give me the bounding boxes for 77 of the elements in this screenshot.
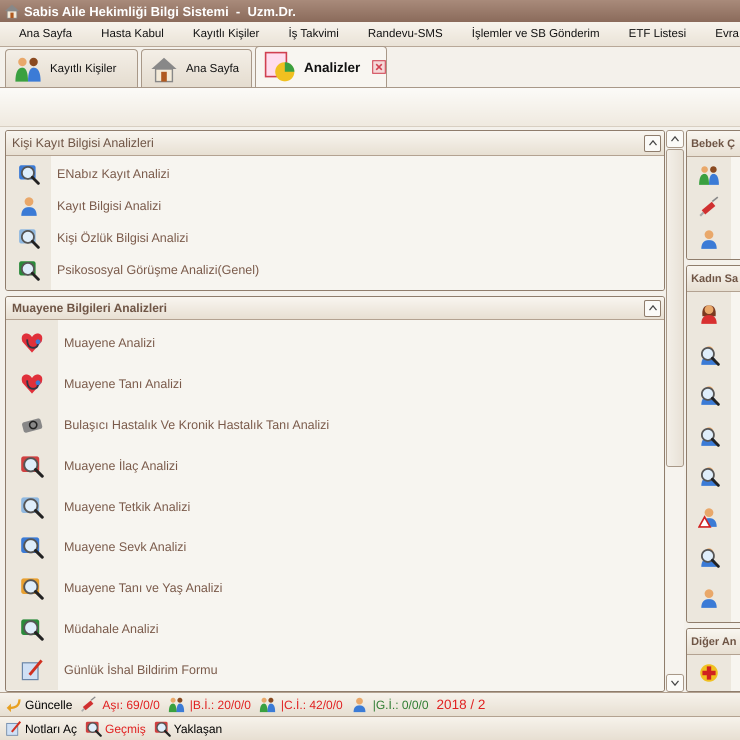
analysis-item[interactable]: Muayene Analizi bbox=[6, 323, 664, 364]
menu-item[interactable]: İşlemler ve SB Gönderim bbox=[472, 28, 600, 40]
bottom-bar-button[interactable]: Notları Aç bbox=[5, 720, 78, 737]
analysis-item[interactable]: Muayene İlaç Analizi bbox=[6, 445, 664, 486]
magnifier-icon bbox=[18, 259, 40, 281]
person-magnifier-icon bbox=[698, 384, 720, 406]
menu-item[interactable]: Kayıtlı Kişiler bbox=[192, 28, 260, 40]
chart-icon bbox=[264, 51, 296, 83]
tab[interactable]: Analizler bbox=[255, 46, 387, 87]
scroll-up-button[interactable] bbox=[666, 130, 684, 148]
tab[interactable]: Ana Sayfa bbox=[141, 49, 252, 87]
menu-item[interactable]: Ana Sayfa bbox=[19, 28, 72, 40]
heart-icon bbox=[20, 372, 44, 396]
people-icon bbox=[258, 696, 276, 713]
person-magnifier-icon bbox=[698, 465, 720, 488]
analysis-item[interactable]: Muayene Sevk Analizi bbox=[6, 526, 664, 568]
house-icon bbox=[4, 3, 20, 19]
syringe-icon bbox=[698, 196, 720, 218]
collapse-button[interactable] bbox=[644, 134, 662, 152]
group-title: Bebek Ç bbox=[691, 138, 736, 150]
menu-item[interactable]: Randevu-SMS bbox=[368, 28, 443, 40]
status-text: |C.İ.: 42/0/0 bbox=[280, 698, 343, 712]
magnifier-icon bbox=[85, 720, 102, 737]
group-title: Muayene Bilgileri Analizleri bbox=[12, 301, 167, 315]
magnifier-icon bbox=[18, 227, 40, 249]
person-magnifier-icon bbox=[698, 546, 720, 568]
tab[interactable]: Kayıtlı Kişiler bbox=[5, 49, 138, 87]
menu-item[interactable]: ETF Listesi bbox=[628, 28, 686, 40]
group-title: Kişi Kayıt Bilgisi Analizleri bbox=[12, 136, 154, 150]
analysis-item[interactable]: Muayene Tetkik Analizi bbox=[6, 486, 664, 527]
scrollbar-thumb[interactable] bbox=[666, 149, 684, 467]
status-text: |B.İ.: 20/0/0 bbox=[190, 698, 251, 712]
analysis-item[interactable]: Kayıt Bilgisi Analizi bbox=[6, 190, 664, 222]
heart-icon bbox=[20, 331, 44, 356]
magnifier-icon bbox=[20, 616, 44, 641]
close-icon bbox=[372, 60, 386, 74]
analysis-item[interactable]: Müdahale Analizi bbox=[6, 608, 664, 650]
group-title: Diğer An bbox=[691, 636, 736, 648]
bottom-bar-button[interactable]: Yaklaşan bbox=[154, 720, 222, 737]
status-text: 2018 / 2 bbox=[436, 697, 486, 712]
bottom-bar-button[interactable]: Geçmiş bbox=[85, 720, 146, 737]
analysis-item[interactable]: Muayene Tanı ve Yaş Analizi bbox=[6, 568, 664, 609]
magnifier-icon bbox=[20, 535, 44, 560]
status-text: |G.İ.: 0/0/0 bbox=[372, 698, 429, 712]
magnifier-icon bbox=[20, 454, 44, 478]
magnifier-icon bbox=[18, 163, 40, 185]
syringe-icon bbox=[80, 696, 98, 713]
analysis-item[interactable]: Psikososyal Görüşme Analizi(Genel) bbox=[6, 254, 664, 286]
people-icon bbox=[698, 164, 720, 186]
person-magnifier-icon bbox=[698, 424, 720, 447]
analysis-item[interactable]: Bulaşıcı Hastalık Ve Kronik Hastalık Tanı Analizi bbox=[6, 404, 664, 446]
magnifier-icon bbox=[154, 720, 171, 737]
pen-icon bbox=[20, 658, 44, 682]
pen-icon bbox=[5, 720, 22, 737]
medkit-icon bbox=[698, 662, 720, 684]
window-title: Sabis Aile Hekimliği Bilgi Sistemi - Uzm.Dr. bbox=[24, 4, 296, 18]
status-text: Aşı: 69/0/0 bbox=[102, 698, 160, 712]
collapse-button[interactable] bbox=[644, 300, 662, 316]
person-magnifier-icon bbox=[698, 344, 720, 366]
menu-item[interactable]: Hasta Kabul bbox=[101, 28, 164, 40]
people-icon bbox=[168, 696, 185, 713]
tab-label[interactable]: Kayıtlı Kişiler bbox=[50, 62, 116, 74]
scroll-down-button[interactable] bbox=[666, 674, 684, 692]
magnifier-icon bbox=[20, 494, 44, 519]
menu-item[interactable]: İş Takvimi bbox=[288, 28, 339, 40]
tab-label[interactable]: Ana Sayfa bbox=[186, 62, 240, 74]
magnifier-icon bbox=[20, 576, 44, 600]
analysis-item[interactable]: Muayene Tanı Analizi bbox=[6, 364, 664, 405]
tab-label[interactable]: Analizler bbox=[304, 60, 360, 74]
person-icon bbox=[350, 696, 368, 713]
group-title: Kadın Sa bbox=[691, 272, 738, 284]
analysis-item[interactable]: Kişi Özlük Bilgisi Analizi bbox=[6, 222, 664, 254]
menu-item[interactable]: Evra bbox=[715, 28, 739, 40]
analysis-item[interactable]: Günlük İshal Bildirim Formu bbox=[6, 649, 664, 690]
refresh-button[interactable]: Güncelle bbox=[5, 696, 72, 713]
analysis-item[interactable]: ENabız Kayıt Analizi bbox=[6, 158, 664, 190]
close-button[interactable] bbox=[372, 60, 386, 74]
